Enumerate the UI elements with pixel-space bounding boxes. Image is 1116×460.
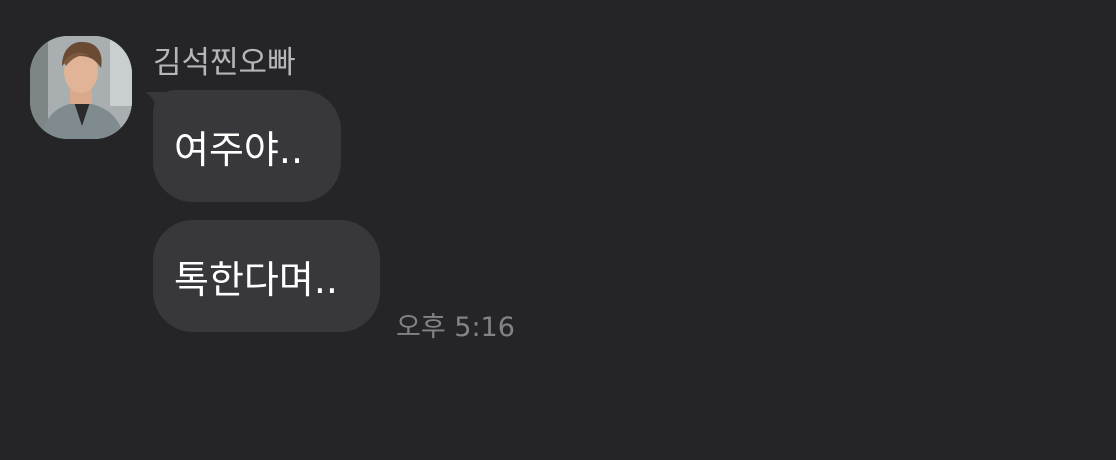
message-text: 여주야.. (174, 127, 304, 172)
profile-photo-icon (30, 36, 132, 139)
sender-name: 김석찐오빠 (153, 45, 296, 81)
message-bubble[interactable]: 여주야.. (153, 90, 341, 202)
avatar[interactable] (30, 36, 132, 139)
chat-screen: 김석찐오빠 여주야.. 톡한다며.. 오후 5:16 (0, 0, 1116, 460)
message-text: 톡한다며.. (174, 257, 338, 302)
message-bubble[interactable]: 톡한다며.. (153, 220, 380, 332)
message-timestamp: 오후 5:16 (396, 312, 515, 343)
